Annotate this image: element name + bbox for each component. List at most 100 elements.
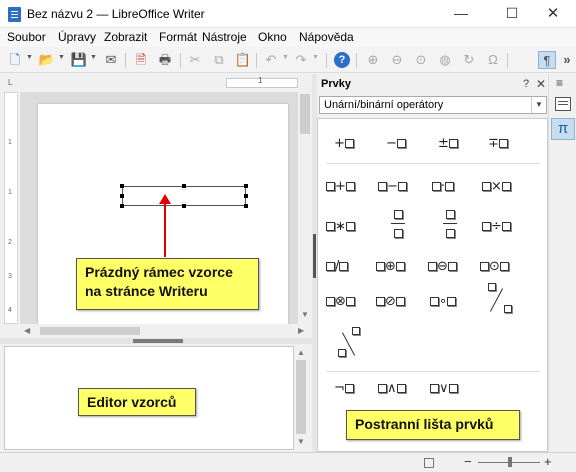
print-icon[interactable]: 🖶	[156, 51, 174, 69]
resize-handle[interactable]	[182, 204, 186, 208]
redo-icon[interactable]: ↷	[292, 51, 310, 69]
element-circled-slash[interactable]: ⊘	[376, 294, 405, 309]
menu-soubor[interactable]: Soubor	[7, 30, 46, 44]
undo-dropdown-icon[interactable]: ▼	[282, 54, 289, 61]
resize-handle[interactable]	[244, 184, 248, 188]
elements-deck-pi-icon[interactable]: π	[551, 118, 575, 140]
resize-handle[interactable]	[120, 194, 124, 198]
help-icon[interactable]: ?	[334, 52, 350, 68]
save-icon[interactable]: 💾	[70, 51, 88, 69]
placeholder-box-icon	[345, 182, 355, 191]
zoom-in-button[interactable]: +	[544, 454, 552, 469]
menu-upravy[interactable]: Úpravy	[58, 30, 96, 44]
element-wide-slash[interactable]	[486, 283, 514, 317]
scrollbar-thumb[interactable]	[296, 360, 306, 434]
placeholder-box-icon	[501, 222, 511, 231]
close-button[interactable]: ✕	[530, 0, 576, 28]
element-minus-plus[interactable]: ∓	[488, 136, 508, 151]
resize-handle[interactable]	[244, 204, 248, 208]
document-horizontal-scrollbar[interactable]: ◀ ▶	[20, 324, 312, 338]
resize-handle[interactable]	[244, 194, 248, 198]
element-addition[interactable]: +	[326, 179, 355, 194]
element-circled-minus[interactable]: ⊖	[428, 259, 457, 274]
chevron-down-icon[interactable]: ▼	[531, 97, 546, 113]
element-dot-multiplication[interactable]: ·	[432, 179, 455, 194]
toolbar-overflow-icon[interactable]: »	[558, 51, 576, 69]
element-composition[interactable]: ∘	[430, 294, 457, 309]
element-cross-multiplication[interactable]: ×	[482, 179, 511, 194]
element-circled-dot[interactable]: ⊙	[480, 259, 509, 274]
menu-zobrazit[interactable]: Zobrazit	[104, 30, 147, 44]
element-circled-times[interactable]: ⊗	[326, 294, 355, 309]
menu-napoveda[interactable]: Nápověda	[299, 30, 354, 44]
scroll-up-icon[interactable]: ▲	[297, 348, 305, 357]
editor-splitter[interactable]	[0, 338, 314, 344]
element-boolean-or[interactable]: ∨	[430, 381, 458, 396]
cut-icon[interactable]: ✂	[186, 51, 204, 69]
element-asterisk-multiplication[interactable]: ∗	[326, 219, 355, 234]
redraw-icon[interactable]: ↻	[460, 51, 478, 69]
scroll-left-icon[interactable]: ◀	[24, 326, 30, 335]
element-fraction[interactable]	[390, 207, 406, 240]
callout-formula-frame: Prázdný rámec vzorce na stránce Writeru	[76, 258, 259, 310]
save-dropdown-icon[interactable]: ▼	[90, 54, 97, 61]
zoom-100-icon[interactable]: ⊙	[412, 51, 430, 69]
menu-okno[interactable]: Okno	[258, 30, 287, 44]
resize-handle[interactable]	[120, 184, 124, 188]
elements-category-select[interactable]: Unární/binární operátory ▼	[319, 96, 547, 114]
zoom-out-icon[interactable]: ⊖	[388, 51, 406, 69]
menu-format[interactable]: Formát	[159, 30, 197, 44]
splitter-grip[interactable]	[133, 339, 183, 343]
scroll-down-icon[interactable]: ▼	[301, 310, 309, 319]
element-fraction-wide[interactable]	[442, 207, 458, 240]
undo-icon[interactable]: ↶	[262, 51, 280, 69]
redo-dropdown-icon[interactable]: ▼	[312, 54, 319, 61]
element-subtraction[interactable]: −	[378, 179, 407, 194]
scroll-right-icon[interactable]: ▶	[298, 326, 304, 335]
panel-help-button[interactable]: ?	[523, 78, 529, 90]
element-boolean-and[interactable]: ∧	[378, 381, 406, 396]
element-wide-backslash[interactable]	[336, 327, 364, 361]
scroll-down-icon[interactable]: ▼	[297, 437, 305, 446]
omega-symbol-icon[interactable]: Ω	[484, 51, 502, 69]
resize-handle[interactable]	[182, 184, 186, 188]
paste-icon[interactable]: 📋	[234, 51, 252, 69]
new-dropdown-icon[interactable]: ▼	[26, 54, 33, 61]
minimize-button[interactable]: —	[438, 0, 484, 28]
email-icon[interactable]: ✉	[102, 51, 120, 69]
element-circled-plus[interactable]: ⊕	[376, 259, 405, 274]
element-unary-plus[interactable]: +	[334, 136, 354, 151]
sidebar-collapse-grip[interactable]	[313, 234, 316, 278]
element-slash-division[interactable]: /	[326, 259, 349, 274]
zoom-in-icon[interactable]: ⊕	[364, 51, 382, 69]
resize-handle[interactable]	[120, 204, 124, 208]
document-vertical-scrollbar[interactable]: ▼	[298, 92, 312, 324]
maximize-button[interactable]: ☐	[489, 0, 535, 28]
document-modified-icon[interactable]	[424, 458, 434, 468]
section-divider	[326, 163, 540, 164]
open-folder-icon[interactable]: 📂	[38, 51, 56, 69]
scrollbar-thumb[interactable]	[40, 327, 140, 335]
scrollbar-thumb[interactable]	[300, 94, 310, 134]
panel-close-button[interactable]: ✕	[536, 77, 546, 91]
zoom-out-button[interactable]: −	[464, 454, 472, 469]
export-pdf-icon[interactable]: 🗎	[132, 51, 150, 69]
copy-icon[interactable]: ⧉	[210, 51, 228, 69]
element-division[interactable]: ÷	[482, 219, 511, 234]
vruler-label: 3	[8, 273, 12, 280]
sidebar-settings-menu-icon[interactable]: ≡	[556, 76, 563, 90]
placeholder-box-icon	[498, 139, 508, 148]
tab-stop-corner[interactable]: L	[8, 78, 12, 87]
element-unary-minus[interactable]: −	[386, 136, 406, 151]
empty-formula-frame[interactable]	[120, 184, 248, 208]
menu-nastroje[interactable]: Nástroje	[202, 30, 247, 44]
zoom-slider-knob[interactable]	[508, 457, 512, 467]
formatting-marks-icon[interactable]: ¶	[538, 51, 556, 69]
open-dropdown-icon[interactable]: ▼	[58, 54, 65, 61]
element-boolean-not[interactable]: ¬	[334, 381, 354, 396]
formula-editor-scrollbar[interactable]: ▲ ▼	[294, 346, 308, 450]
properties-deck-icon[interactable]	[555, 97, 571, 111]
new-document-icon[interactable]: 🗋	[6, 51, 24, 69]
element-plus-minus[interactable]: ±	[438, 136, 458, 151]
zoom-fit-icon[interactable]: ◍	[436, 51, 454, 69]
